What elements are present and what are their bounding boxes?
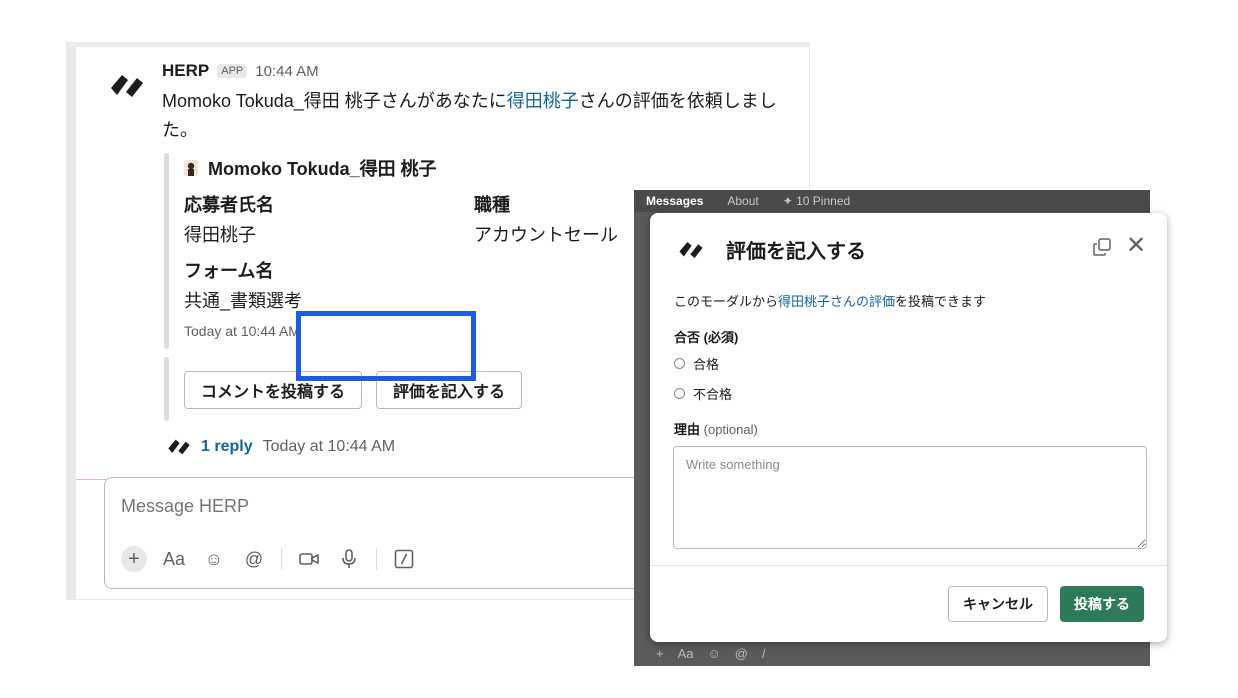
message-text: Momoko Tokuda_得田 桃子さんがあなたに得田桃子さんの評価を依頼しま… [162,87,782,145]
mention-icon[interactable]: @ [241,546,267,572]
evaluate-button-highlight [296,311,476,381]
message-time[interactable]: 10:44 AM [255,63,318,80]
field-title-job: 職種 [474,195,510,215]
field-title-applicant: 応募者氏名 [184,195,274,215]
app-badge: APP [217,64,248,78]
candidate-link[interactable]: 得田桃子 [507,91,579,111]
message-header: HERP APP 10:44 AM [162,61,319,81]
dark-plus-icon: + [656,646,664,661]
tab-messages[interactable]: Messages [634,194,715,208]
modal-description: このモーダルから得田桃子さんの評価を投稿できます [674,291,986,310]
reason-label-text: 理由 [674,422,701,437]
microphone-icon[interactable] [336,546,362,572]
radio-fail-label: 不合格 [693,387,733,402]
pin-icon: ✦ [782,194,797,208]
plus-icon[interactable]: + [121,546,147,572]
thread-reply-link[interactable]: 1 reply [201,438,253,456]
radio-fail-circle[interactable] [674,388,685,399]
thread-herp-icon [168,439,190,455]
dark-composer-toolbar: + Aa ☺ @ / [656,646,766,661]
radio-pass-circle[interactable] [674,358,685,369]
attachment-actions-bar [164,357,169,421]
panel-top-edge [67,43,809,47]
tab-about[interactable]: About [715,194,770,208]
toolbar-separator [376,548,377,570]
tab-pinned-label: 10 Pinned [796,194,851,208]
modal-desc-part2: を投稿できます [895,294,987,309]
field-title-form: フォーム名 [184,261,274,281]
panel-left-edge [67,43,76,599]
cancel-button[interactable]: キャンセル [948,586,1048,622]
dark-format-icon: Aa [677,646,694,661]
attachment-author: Momoko Tokuda_得田 桃子 [184,155,437,181]
composer-toolbar: + Aa ☺ @ [121,546,417,572]
toolbar-separator [281,548,282,570]
evaluation-link[interactable]: 得田桃子さんの評価 [778,294,895,309]
radio-fail[interactable]: 不合格 [674,384,732,403]
thread-time: Today at 10:44 AM [262,438,396,455]
pass-fail-label: 合否 (必須) [674,330,739,345]
reason-optional-text: (optional) [703,422,758,437]
reason-label: 理由 (optional) [674,419,758,438]
tab-pinned[interactable]: ✦ 10 Pinned [771,194,862,208]
submit-button[interactable]: 投稿する [1060,586,1144,622]
modal-title: 評価を記入する [726,241,866,263]
field-value-job: アカウントセール [474,225,618,245]
dark-mention-icon: @ [734,646,748,661]
dark-shortcut-icon: / [761,646,766,661]
message-text-part1: Momoko Tokuda_得田 桃子さんがあなたに [162,91,507,111]
video-icon[interactable] [296,546,322,572]
attachment-bar [164,153,169,349]
open-in-window-icon[interactable] [1092,237,1112,257]
radio-pass[interactable]: 合格 [674,354,719,373]
sender-name[interactable]: HERP [162,61,209,81]
herp-logo-icon[interactable] [109,71,145,101]
close-icon[interactable]: ✕ [1126,233,1146,259]
modal-desc-part1: このモーダルから [674,294,779,309]
reason-textarea[interactable] [673,446,1147,549]
emoji-icon[interactable]: ☺ [201,546,227,572]
evaluation-modal: 評価を記入する ✕ このモーダルから得田桃子さんの評価を投稿できます 合否 (必… [650,213,1167,642]
modal-footer-divider [650,565,1167,566]
attachment-time[interactable]: Today at 10:44 AM [184,323,300,339]
dark-emoji-icon: ☺ [707,646,721,661]
format-text-icon[interactable]: Aa [161,546,187,572]
shortcuts-icon[interactable] [391,546,417,572]
field-value-form: 共通_書類選考 [184,291,303,311]
message-input[interactable] [121,496,601,517]
thread-summary: 1 reply Today at 10:44 AM [167,437,395,457]
attachment-author-name: Momoko Tokuda_得田 桃子 [208,159,437,179]
author-avatar-icon [184,160,198,176]
modal-herp-logo-icon [679,242,703,258]
channel-tabs: Messages About ✦ 10 Pinned [634,190,1150,212]
radio-pass-label: 合格 [693,357,720,372]
field-value-applicant: 得田桃子 [184,225,256,245]
